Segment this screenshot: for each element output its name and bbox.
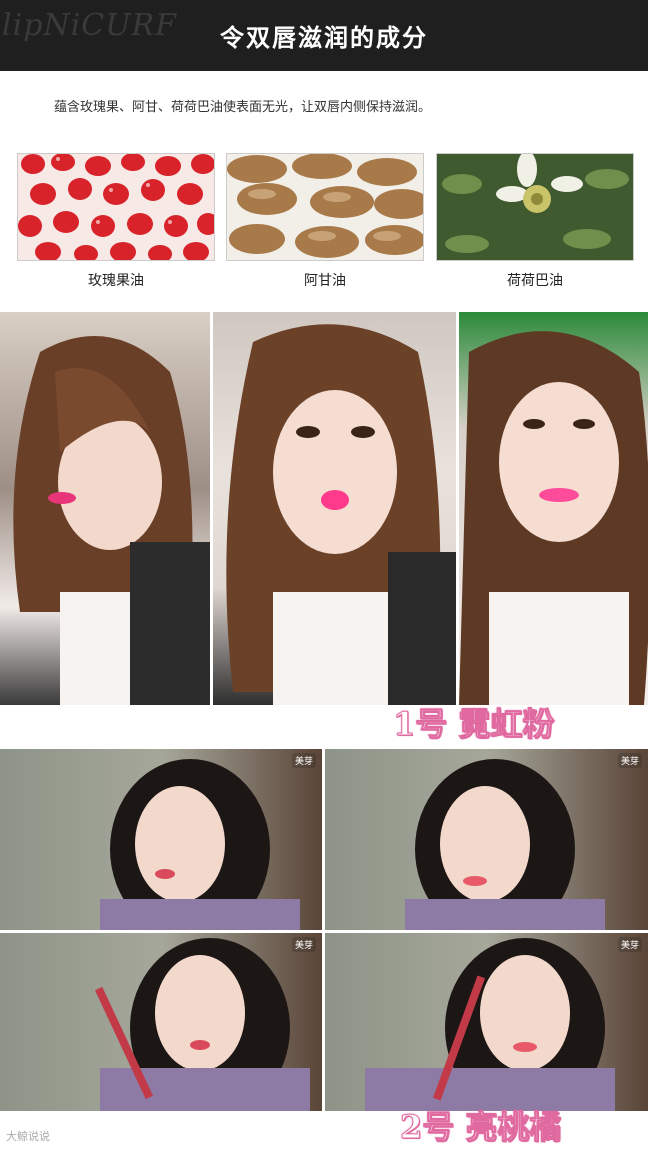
demo-photo-2: 美芽 (325, 749, 648, 930)
ingredient-label: 阿甘油 (304, 273, 346, 289)
watermark-label: 美芽 (291, 937, 316, 952)
ingredient-label: 玫瑰果油 (88, 273, 144, 289)
rosehip-image (17, 153, 215, 261)
ingredient-argan: 阿甘油 (226, 153, 424, 290)
watermark-label: 美芽 (617, 753, 642, 768)
intro-text: 蕴含玫瑰果、阿甘、荷荷巴油使表面无光，让双唇内侧保持滋润。 (54, 100, 432, 115)
demo-photo-1: 美芽 (0, 749, 322, 930)
jojoba-image (436, 153, 634, 261)
bottom-logo: 大鲸说说 (6, 1130, 50, 1143)
model-photo-3 (459, 312, 648, 705)
demo-photo-4: 美芽 (325, 933, 648, 1111)
demo-photo-3: 美芽 (0, 933, 322, 1111)
shade-1-label: 1号 霓虹粉 (392, 705, 555, 744)
ingredient-label: 荷荷巴油 (507, 273, 563, 289)
ingredient-rosehip: 玫瑰果油 (17, 153, 215, 290)
model-photo-1 (0, 312, 210, 705)
watermark-label: 美芽 (291, 753, 316, 768)
page-title: 令双唇滋润的成分 (220, 24, 428, 52)
argan-image (226, 153, 424, 261)
shade-2-label: 2号 亮桃橘 (399, 1108, 562, 1147)
model-photo-2 (213, 312, 456, 705)
header-banner: lipNiCURF 令双唇滋润的成分 (0, 0, 648, 71)
watermark-label: 美芽 (617, 937, 642, 952)
ingredient-jojoba: 荷荷巴油 (436, 153, 634, 290)
